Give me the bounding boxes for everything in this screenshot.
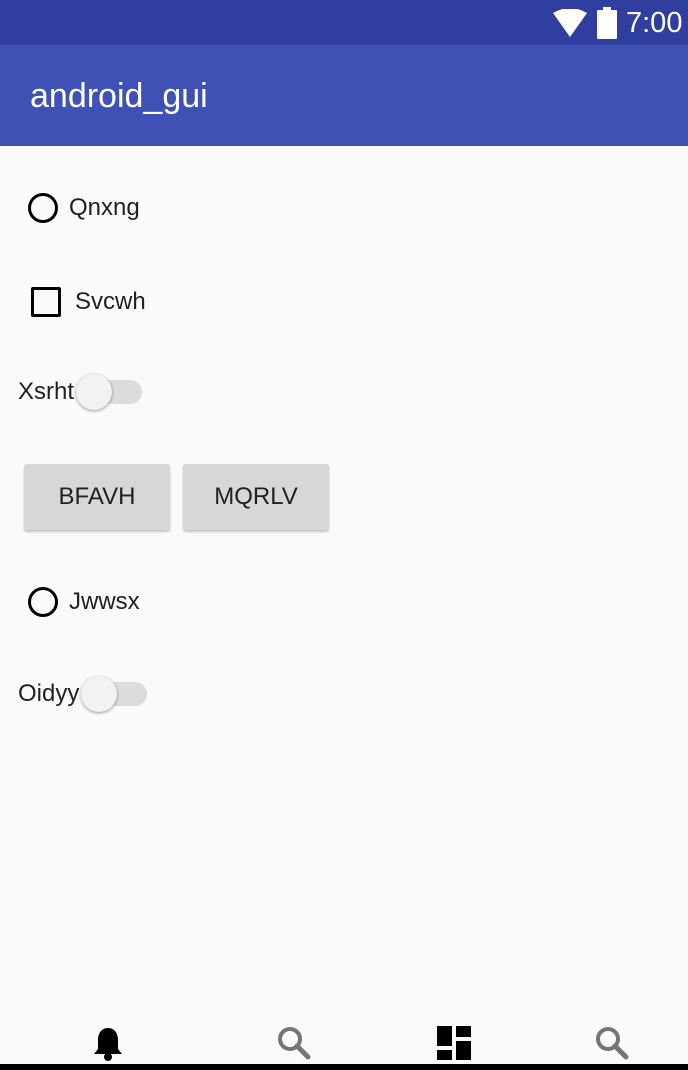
nav-item-search[interactable] (208, 1010, 380, 1070)
wifi-icon (553, 8, 587, 42)
switch-label: Xsrht (18, 378, 75, 405)
switch-xsrht[interactable]: Xsrht (18, 374, 144, 410)
bell-icon (94, 1028, 122, 1061)
nav-item-dashboard[interactable] (368, 1010, 540, 1070)
status-time: 7:00 (626, 7, 683, 39)
app-bar: android_gui (0, 45, 688, 146)
checkbox-box[interactable] (31, 287, 61, 317)
switch-label: Oidyy (18, 680, 80, 707)
switch-thumb (76, 374, 113, 410)
bottom-navigation (0, 1010, 688, 1070)
radio-button-circle[interactable] (28, 193, 58, 223)
bottom-divider (0, 1064, 688, 1070)
radio-label: Qnxng (69, 194, 140, 221)
mqrlv-button[interactable]: MQRLV (183, 464, 329, 530)
content-area: Qnxng Svcwh Xsrht BFAVH MQRLV Jwwsx Oidy… (0, 146, 688, 1026)
radio-qnxng[interactable]: Qnxng (28, 193, 140, 223)
switch-thumb (81, 676, 118, 712)
radio-label: Jwwsx (69, 588, 140, 615)
switch-toggle[interactable] (76, 374, 144, 410)
search-icon (596, 1027, 629, 1060)
nav-item-notifications[interactable] (22, 1010, 194, 1070)
radio-button-circle[interactable] (28, 587, 58, 617)
checkbox-label: Svcwh (75, 288, 146, 315)
checkbox-svcwh[interactable]: Svcwh (31, 287, 146, 317)
search-icon (278, 1027, 311, 1060)
nav-item-search-2[interactable] (526, 1010, 688, 1070)
switch-toggle[interactable] (81, 676, 149, 712)
radio-jwwsx[interactable]: Jwwsx (28, 587, 140, 617)
app-title: android_gui (30, 77, 208, 115)
bfavh-button[interactable]: BFAVH (24, 464, 170, 530)
battery-icon (597, 7, 617, 44)
switch-oidyy[interactable]: Oidyy (18, 676, 149, 712)
status-bar: 7:00 (0, 0, 688, 45)
dashboard-icon (437, 1026, 471, 1060)
